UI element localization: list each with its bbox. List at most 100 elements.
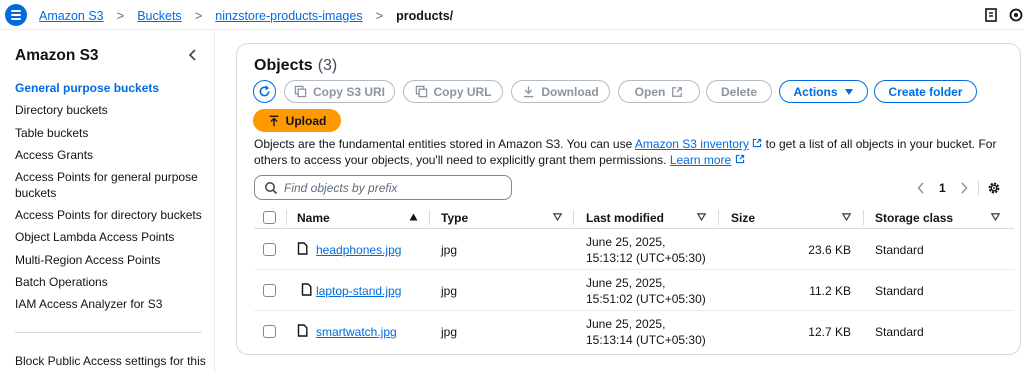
search-input[interactable]: [284, 180, 504, 195]
sidebar-item-batch-operations[interactable]: Batch Operations: [15, 275, 205, 291]
feedback-icon[interactable]: [983, 7, 999, 23]
breadcrumb-amazon-s3[interactable]: Amazon S3: [39, 9, 104, 23]
gear-icon[interactable]: [987, 181, 1001, 195]
copy-s3-uri-button[interactable]: Copy S3 URI: [284, 80, 395, 103]
table-row: laptop-stand.jpg jpg June 25, 2025, 15:5…: [254, 271, 1014, 311]
create-folder-button[interactable]: Create folder: [874, 80, 977, 103]
copy-url-label: Copy URL: [433, 84, 492, 99]
create-folder-label: Create folder: [888, 84, 963, 99]
sidebar-item-access-grants[interactable]: Access Grants: [15, 148, 205, 164]
learn-more-link[interactable]: Learn more: [670, 153, 731, 167]
modified-time: 15:13:12 (UTC+05:30): [586, 250, 706, 265]
sidebar-nav: General purpose buckets Directory bucket…: [15, 81, 205, 319]
chevron-left-icon[interactable]: [917, 182, 925, 194]
sort-down-icon[interactable]: [842, 213, 851, 221]
sidebar-item-general-purpose-buckets[interactable]: General purpose buckets: [15, 81, 205, 97]
external-link-icon: [672, 86, 683, 97]
object-name-link[interactable]: laptop-stand.jpg: [316, 284, 401, 298]
sidebar-item-iam-access-analyzer[interactable]: IAM Access Analyzer for S3: [15, 297, 205, 313]
page-number[interactable]: 1: [939, 181, 946, 195]
object-type: jpg: [441, 284, 458, 298]
chevron-right-icon: >: [194, 8, 203, 23]
sidebar-item-access-points-directory[interactable]: Access Points for directory buckets: [15, 208, 205, 224]
object-type: jpg: [441, 325, 458, 339]
sort-up-icon[interactable]: [409, 213, 418, 221]
object-name-link[interactable]: headphones.jpg: [316, 243, 401, 257]
column-header-type[interactable]: Type: [441, 211, 468, 225]
upload-arrow-icon: [269, 115, 278, 126]
external-link-icon[interactable]: [735, 154, 745, 164]
delete-label: Delete: [720, 84, 758, 99]
caret-down-icon: [844, 88, 853, 95]
column-divider: [573, 210, 574, 225]
object-storage-class: Standard: [875, 284, 924, 298]
sidebar-item-directory-buckets[interactable]: Directory buckets: [15, 103, 205, 119]
breadcrumb-buckets[interactable]: Buckets: [137, 9, 181, 23]
modified-time: 15:51:02 (UTC+05:30): [586, 291, 706, 306]
sidebar-item-multi-region[interactable]: Multi-Region Access Points: [15, 253, 205, 269]
copy-url-button[interactable]: Copy URL: [403, 80, 503, 103]
sidebar-item-access-points-general[interactable]: Access Points for general purpose bucket…: [15, 170, 205, 201]
object-name-link[interactable]: smartwatch.jpg: [316, 325, 397, 339]
chevron-right-icon[interactable]: [960, 182, 968, 194]
object-last-modified: June 25, 2025, 15:51:02 (UTC+05:30): [586, 276, 706, 307]
menu-icon[interactable]: [5, 4, 27, 26]
sort-down-icon[interactable]: [991, 213, 1000, 221]
sidebar-item-block-public-access[interactable]: Block Public Access settings for this: [15, 354, 206, 368]
objects-title: Objects: [254, 57, 313, 74]
sidebar-item-table-buckets[interactable]: Table buckets: [15, 126, 205, 142]
object-last-modified: June 25, 2025, 15:13:12 (UTC+05:30): [586, 235, 706, 266]
copy-icon: [415, 85, 427, 98]
upload-button[interactable]: Upload: [253, 109, 341, 132]
chevron-right-icon: >: [375, 8, 384, 23]
object-size: 11.2 KB: [809, 284, 851, 298]
row-checkbox[interactable]: [263, 284, 276, 297]
object-storage-class: Standard: [875, 325, 924, 339]
pager-divider: [977, 180, 979, 196]
row-checkbox[interactable]: [263, 325, 276, 338]
column-divider: [718, 210, 719, 225]
column-divider: [863, 210, 864, 225]
delete-button[interactable]: Delete: [706, 80, 772, 103]
object-size: 23.6 KB: [808, 243, 851, 257]
objects-count: (3): [317, 57, 338, 74]
modified-date: June 25, 2025,: [586, 317, 666, 331]
column-header-last-modified[interactable]: Last modified: [586, 211, 664, 225]
download-icon: [524, 86, 534, 98]
object-last-modified: June 25, 2025, 15:13:14 (UTC+05:30): [586, 317, 706, 348]
row-checkbox[interactable]: [263, 243, 276, 256]
objects-panel: Objects (3) Copy S3 URI Copy URL Download…: [236, 43, 1021, 355]
column-header-storage-class[interactable]: Storage class: [875, 211, 953, 225]
object-type: jpg: [441, 243, 458, 257]
description-text-1: Objects are the fundamental entities sto…: [254, 137, 635, 151]
top-navigation: Amazon S3 > Buckets > ninzstore-products…: [0, 0, 1024, 30]
modified-date: June 25, 2025,: [586, 276, 666, 290]
breadcrumb: Amazon S3 > Buckets > ninzstore-products…: [39, 8, 453, 23]
refresh-icon: [259, 85, 270, 97]
select-all-checkbox[interactable]: [263, 211, 276, 224]
sort-down-icon[interactable]: [697, 213, 706, 221]
breadcrumb-current-folder: products/: [396, 8, 454, 23]
modified-time: 15:13:14 (UTC+05:30): [586, 332, 706, 347]
s3-inventory-link[interactable]: Amazon S3 inventory: [635, 137, 749, 151]
download-button[interactable]: Download: [511, 80, 610, 103]
sidebar-title: Amazon S3: [15, 47, 99, 64]
open-button[interactable]: Open: [618, 80, 700, 103]
breadcrumb-bucket-name[interactable]: ninzstore-products-images: [215, 9, 362, 23]
sidebar-item-object-lambda[interactable]: Object Lambda Access Points: [15, 230, 205, 246]
sort-down-icon[interactable]: [553, 213, 562, 221]
chevron-left-icon[interactable]: [186, 48, 200, 62]
refresh-button[interactable]: [253, 80, 276, 103]
column-header-name[interactable]: Name: [297, 211, 330, 225]
open-label: Open: [634, 84, 666, 99]
table-row: headphones.jpg jpg June 25, 2025, 15:13:…: [254, 230, 1014, 270]
search-box: [254, 175, 512, 200]
pagination: 1: [917, 180, 1001, 196]
actions-label: Actions: [793, 84, 838, 99]
chevron-right-icon: >: [116, 8, 125, 23]
actions-button[interactable]: Actions: [779, 80, 868, 103]
settings-icon[interactable]: [1008, 7, 1024, 23]
objects-heading: Objects (3): [254, 57, 337, 75]
column-header-size[interactable]: Size: [731, 211, 755, 225]
external-link-icon[interactable]: [752, 138, 762, 148]
